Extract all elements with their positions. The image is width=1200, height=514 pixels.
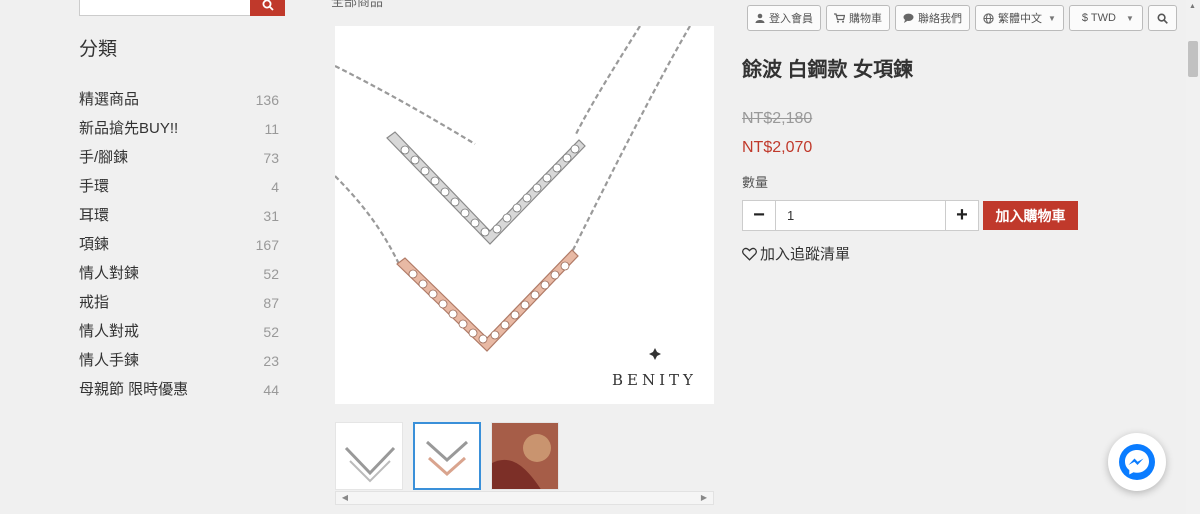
category-label: 項鍊 — [79, 236, 110, 253]
category-label: 情人對鍊 — [79, 265, 140, 282]
category-item[interactable]: 項鍊 167 — [79, 232, 279, 261]
scroll-right-icon[interactable]: ▶ — [697, 492, 711, 504]
quantity-increase-button[interactable]: + — [945, 200, 979, 231]
user-icon — [755, 13, 765, 23]
category-label: 情人對戒 — [79, 323, 140, 340]
thumbnail-2[interactable] — [413, 422, 481, 490]
chevron-down-icon: ▼ — [1048, 13, 1056, 23]
category-count: 23 — [263, 353, 279, 369]
category-label: 母親節 限時優惠 — [79, 381, 189, 398]
product-title: 餘波 白鋼款 女項鍊 — [742, 59, 914, 81]
category-label: 手環 — [79, 178, 110, 195]
category-label: 新品搶先BUY!! — [79, 120, 179, 137]
category-item[interactable]: 母親節 限時優惠 44 — [79, 377, 279, 406]
login-button[interactable]: 登入會員 — [747, 5, 821, 31]
cart-button[interactable]: 購物車 — [826, 5, 890, 31]
category-item[interactable]: 戒指 87 — [79, 290, 279, 319]
thumbnail-1[interactable] — [335, 422, 403, 490]
contact-button[interactable]: 聯絡我們 — [895, 5, 970, 31]
category-count: 167 — [255, 237, 279, 253]
category-label: 耳環 — [79, 207, 110, 224]
category-item[interactable]: 手環 4 — [79, 174, 279, 203]
cart-icon — [834, 13, 845, 23]
contact-label: 聯絡我們 — [918, 13, 962, 25]
search-icon — [262, 0, 274, 11]
category-label: 手/腳鍊 — [79, 149, 129, 166]
sale-price: NT$2,070 — [742, 139, 813, 156]
category-count: 4 — [271, 179, 279, 195]
add-to-cart-button[interactable]: 加入購物車 — [983, 201, 1078, 230]
top-navigation: 登入會員 購物車 聯絡我們 繁體中文 ▼ $ TWD ▼ — [747, 5, 1177, 31]
quantity-input[interactable]: 1 — [776, 200, 946, 231]
quantity-label: 數量 — [742, 175, 769, 190]
category-count: 73 — [263, 150, 279, 166]
scroll-up-icon[interactable]: ▲ — [1189, 3, 1196, 10]
category-label: 情人手鍊 — [79, 352, 140, 369]
category-count: 11 — [264, 121, 279, 137]
quantity-decrease-button[interactable]: − — [742, 200, 776, 231]
heart-icon — [742, 247, 757, 261]
wishlist-label: 加入追蹤清單 — [760, 246, 851, 263]
page-scrollbar[interactable]: ▲ — [1186, 0, 1200, 514]
category-count: 52 — [263, 324, 279, 340]
search-button[interactable] — [250, 0, 285, 16]
category-item[interactable]: 耳環 31 — [79, 203, 279, 232]
login-label: 登入會員 — [769, 13, 813, 25]
original-price: NT$2,180 — [742, 110, 813, 127]
cart-label: 購物車 — [849, 13, 882, 25]
currency-label: $ TWD — [1081, 12, 1116, 24]
category-count: 87 — [263, 295, 279, 311]
thumbnail-scrollbar[interactable]: ◀ ▶ — [335, 491, 714, 505]
currency-select[interactable]: $ TWD ▼ — [1068, 5, 1143, 31]
brand-logo-icon — [649, 348, 661, 360]
category-item[interactable]: 精選商品 136 — [79, 87, 279, 116]
language-select[interactable]: 繁體中文 ▼ — [975, 5, 1064, 31]
messenger-button[interactable] — [1108, 433, 1166, 491]
category-count: 52 — [263, 266, 279, 282]
minus-icon: − — [753, 204, 765, 226]
category-count: 136 — [255, 92, 279, 108]
breadcrumb[interactable]: 全部商品 — [331, 0, 383, 10]
category-label: 戒指 — [79, 294, 110, 311]
category-count: 31 — [263, 208, 279, 224]
search-icon — [1157, 12, 1168, 24]
category-item[interactable]: 情人對鍊 52 — [79, 261, 279, 290]
scrollbar-thumb[interactable] — [1188, 41, 1198, 77]
category-count: 44 — [263, 382, 279, 398]
necklace-illustration — [334, 25, 691, 360]
category-title: 分類 — [79, 39, 118, 60]
language-label: 繁體中文 — [998, 13, 1042, 25]
product-main-image[interactable]: BENITY — [334, 25, 714, 404]
category-list: 精選商品 136 新品搶先BUY!! 11 手/腳鍊 73 手環 4 耳環 31 項鍊 16… — [79, 87, 279, 406]
category-item[interactable]: 新品搶先BUY!! 11 — [79, 116, 279, 145]
messenger-icon — [1119, 444, 1155, 480]
nav-search-button[interactable] — [1147, 5, 1177, 31]
chat-icon — [903, 13, 914, 23]
wishlist-link[interactable]: 加入追蹤清單 — [742, 243, 850, 264]
scroll-left-icon[interactable]: ◀ — [338, 492, 352, 504]
category-item[interactable]: 情人對戒 52 — [79, 319, 279, 348]
chevron-down-icon: ▼ — [1125, 13, 1134, 23]
plus-icon: + — [956, 204, 968, 226]
thumbnail-3[interactable] — [491, 422, 559, 490]
category-label: 精選商品 — [79, 91, 140, 108]
category-item[interactable]: 情人手鍊 23 — [79, 348, 279, 377]
category-item[interactable]: 手/腳鍊 73 — [79, 145, 279, 174]
globe-icon — [983, 12, 994, 24]
brand-name: BENITY — [612, 371, 697, 389]
